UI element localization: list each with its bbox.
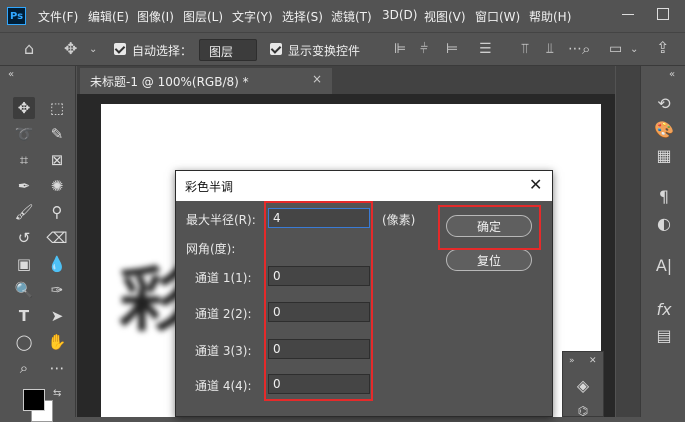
highlight-fields-box: [264, 201, 373, 401]
dialog-close-icon[interactable]: ✕: [529, 177, 542, 193]
panel-dock-strip: [616, 66, 640, 417]
more-options-icon[interactable]: ⋯: [568, 42, 582, 56]
menu-view[interactable]: 视图(V): [424, 8, 466, 25]
path-select-icon[interactable]: ➤: [46, 305, 68, 327]
eraser-tool-icon[interactable]: ⌫: [46, 227, 68, 249]
properties-panel-icon[interactable]: ▤: [652, 324, 676, 346]
lasso-tool-icon[interactable]: ➰: [13, 123, 35, 145]
distribute-icon[interactable]: ☰: [479, 42, 492, 56]
photoshop-logo: Ps: [7, 7, 26, 25]
auto-select-value: 图层: [209, 45, 234, 59]
spot-healing-icon[interactable]: ✺: [46, 175, 68, 197]
dialog-title: 彩色半调: [185, 180, 234, 194]
dodge-tool-icon[interactable]: 🔍: [13, 279, 35, 301]
max-radius-label: 最大半径(R):: [186, 213, 256, 227]
menu-select[interactable]: 选择(S): [282, 8, 323, 25]
stamp-tool-icon[interactable]: ⚲: [46, 201, 68, 223]
right-panel-icons: « ⟲ 🎨 ▦ ¶ ◐ A| fx ▤: [640, 66, 685, 417]
styles-panel-icon[interactable]: fx: [652, 298, 676, 320]
show-transform-checkbox[interactable]: [270, 43, 282, 55]
menu-3d[interactable]: 3D(D): [382, 8, 417, 22]
blur-tool-icon[interactable]: 💧: [46, 253, 68, 275]
maximize-icon[interactable]: [657, 8, 669, 20]
menu-file[interactable]: 文件(F): [38, 8, 78, 25]
menu-image[interactable]: 图像(I): [137, 8, 174, 25]
more-tools-icon[interactable]: ⋯: [46, 357, 68, 379]
minimize-icon[interactable]: [622, 14, 634, 15]
menu-layer[interactable]: 图层(L): [183, 8, 223, 25]
channel-3-label: 通道 3(3):: [195, 344, 252, 358]
adjustments-panel-icon[interactable]: ◐: [652, 212, 676, 234]
layers-panel-icon[interactable]: ◈: [571, 374, 595, 396]
menu-edit[interactable]: 编辑(E): [88, 8, 129, 25]
character-panel-icon[interactable]: A|: [652, 254, 676, 276]
highlight-ok-box: [438, 205, 541, 250]
options-bar: ⌂ ✥ ⌄ 自动选择： 图层 显示变换控件 ⊫ ⫩ ⊨ ☰ ⫪ ⫫ ⋯ ⌕ ▭ …: [0, 32, 685, 66]
history-panel-icon[interactable]: ⟲: [652, 92, 676, 114]
dialog-titlebar[interactable]: 彩色半调 ✕: [176, 171, 552, 201]
chevron-down-icon[interactable]: ⌄: [89, 43, 97, 57]
close-icon[interactable]: ✕: [589, 354, 597, 368]
align-center-icon[interactable]: ⫩: [420, 42, 428, 56]
expand-icon[interactable]: »: [569, 354, 575, 368]
history-brush-icon[interactable]: ↺: [13, 227, 35, 249]
channel-2-label: 通道 2(2):: [195, 307, 252, 321]
reset-button[interactable]: 复位: [446, 249, 532, 271]
tools-panel: « ✥ ⬚ ➰ ✎ ⌗ ⊠ ✒ ✺ 🖌 ⚲ ↺ ⌫ ▣ 💧 🔍 ✑ T ➤ ◯ …: [0, 66, 76, 422]
color-panel-icon[interactable]: 🎨: [652, 118, 676, 140]
move-tool-icon[interactable]: ✥: [13, 97, 35, 119]
align-top-icon[interactable]: ⫪: [521, 42, 529, 56]
channel-1-label: 通道 1(1):: [195, 271, 252, 285]
move-tool-icon[interactable]: ✥: [64, 41, 77, 57]
gradient-tool-icon[interactable]: ▣: [13, 253, 35, 275]
document-tabs: 未标题-1 @ 100%(RGB/8) * ×: [77, 66, 615, 94]
foreground-color-swatch[interactable]: [23, 389, 45, 411]
swatches-panel-icon[interactable]: ▦: [652, 144, 676, 166]
hand-tool-icon[interactable]: ✋: [46, 331, 68, 353]
expand-panels-icon[interactable]: «: [669, 68, 675, 82]
type-tool-icon[interactable]: T: [13, 305, 35, 327]
document-tab-title: 未标题-1 @ 100%(RGB/8) *: [90, 75, 249, 89]
ellipse-tool-icon[interactable]: ◯: [13, 331, 35, 353]
screen-angle-label: 网角(度):: [186, 242, 236, 256]
brush-tool-icon[interactable]: 🖌: [13, 201, 35, 223]
share-icon[interactable]: ⇪: [656, 40, 669, 56]
auto-select-dropdown[interactable]: 图层: [199, 39, 257, 61]
workspace-chevron-icon[interactable]: ⌄: [630, 43, 638, 57]
menu-bar: Ps 文件(F) 编辑(E) 图像(I) 图层(L) 文字(Y) 选择(S) 滤…: [0, 0, 685, 32]
frame-tool-icon[interactable]: ⊠: [46, 149, 68, 171]
menu-filter[interactable]: 滤镜(T): [331, 8, 372, 25]
crop-tool-icon[interactable]: ⌗: [13, 149, 35, 171]
workspace-icon[interactable]: ▭: [609, 42, 622, 56]
tab-close-icon[interactable]: ×: [312, 72, 322, 86]
document-tab[interactable]: 未标题-1 @ 100%(RGB/8) * ×: [80, 68, 332, 94]
eyedropper-icon[interactable]: ✒: [13, 175, 35, 197]
unit-label: (像素): [382, 213, 416, 227]
marquee-tool-icon[interactable]: ⬚: [46, 97, 68, 119]
zoom-tool-icon[interactable]: ⌕: [13, 357, 35, 379]
quick-select-icon[interactable]: ✎: [46, 123, 68, 145]
menu-help[interactable]: 帮助(H): [529, 8, 571, 25]
pen-tool-icon[interactable]: ✑: [46, 279, 68, 301]
menu-type[interactable]: 文字(Y): [232, 8, 273, 25]
swap-colors-icon[interactable]: ⇆: [53, 387, 61, 401]
home-icon[interactable]: ⌂: [24, 41, 34, 57]
auto-select-checkbox[interactable]: [114, 43, 126, 55]
collapse-icon[interactable]: «: [8, 68, 14, 82]
paths-panel-icon[interactable]: ⌬: [571, 400, 595, 422]
search-icon[interactable]: ⌕: [582, 42, 590, 57]
menu-window[interactable]: 窗口(W): [475, 8, 520, 25]
align-left-icon[interactable]: ⊫: [394, 42, 406, 56]
auto-select-label: 自动选择：: [132, 44, 193, 58]
align-right-icon[interactable]: ⊨: [446, 42, 458, 56]
show-transform-label: 显示变换控件: [288, 44, 361, 58]
channel-4-label: 通道 4(4):: [195, 379, 252, 393]
align-bottom-icon[interactable]: ⫫: [546, 42, 554, 56]
floating-layers-panel: » ✕ ◈ ⌬: [562, 351, 604, 418]
paragraph-panel-icon[interactable]: ¶: [652, 185, 676, 207]
